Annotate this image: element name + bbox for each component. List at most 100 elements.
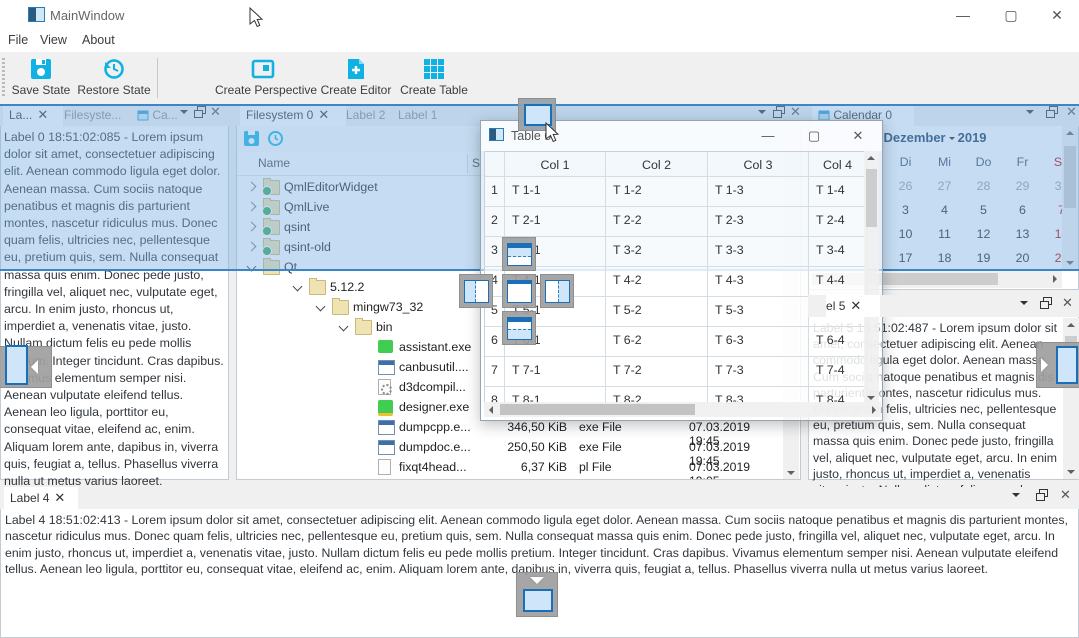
menu-file[interactable]: File [8, 33, 28, 47]
table-cell[interactable]: T 3-4 [809, 237, 867, 267]
table-cell[interactable]: T 7-2 [606, 357, 708, 387]
table-column-header[interactable]: Col 3 [708, 152, 809, 177]
table-row-header[interactable]: 1 [485, 177, 505, 207]
collapse-arrow-icon[interactable] [316, 302, 326, 312]
table-cell[interactable]: T 5-3 [708, 297, 809, 327]
create-editor-button[interactable]: Create Editor [320, 56, 392, 100]
table-column-header[interactable]: Col 2 [606, 152, 708, 177]
table-cell[interactable]: T 3-3 [708, 237, 809, 267]
dock-bottom-indicator[interactable] [516, 572, 558, 617]
maximize-button[interactable]: ▢ [994, 0, 1028, 30]
table-cell[interactable]: T 2-2 [606, 207, 708, 237]
close-button[interactable]: ✕ [841, 121, 875, 151]
tree-item-label: d3dcompil... [399, 380, 466, 394]
scroll-up-icon[interactable] [1067, 323, 1075, 327]
table-cell[interactable]: T 5-2 [606, 297, 708, 327]
create-table-button[interactable]: Create Table [398, 56, 470, 100]
create-perspective-button[interactable]: Create Perspective [215, 56, 311, 100]
table-row[interactable]: 1T 1-1T 1-2T 1-3T 1-4 [485, 177, 867, 207]
minimize-button[interactable]: — [946, 0, 980, 30]
dock-area-bottom-indicator[interactable] [502, 311, 536, 345]
folder-icon [332, 300, 349, 315]
dock-right-indicator[interactable] [1036, 342, 1079, 388]
table-column-header[interactable]: Col 1 [505, 152, 606, 177]
close-dock-button[interactable]: ✕ [1058, 487, 1074, 503]
float-button[interactable] [1034, 487, 1050, 503]
scroll-down-icon[interactable] [787, 471, 795, 475]
float-button[interactable] [1038, 295, 1054, 311]
scroll-left-icon[interactable] [489, 406, 493, 414]
table-cell[interactable]: T 1-4 [809, 177, 867, 207]
table-row[interactable]: 3T 3-1T 3-2T 3-3T 3-4 [485, 237, 867, 267]
tab-menu-button[interactable] [1016, 295, 1032, 311]
toolbar-grip[interactable] [2, 58, 5, 98]
dock-area-right-indicator[interactable] [540, 274, 574, 308]
restore-state-button[interactable]: Restore State [76, 56, 152, 100]
close-icon[interactable]: ✕ [54, 490, 65, 505]
table-cell[interactable]: T 4-3 [708, 267, 809, 297]
table-row[interactable]: 7T 7-1T 7-2T 7-3T 7-4 [485, 357, 867, 387]
mouse-cursor [249, 7, 265, 29]
scroll-right-icon[interactable] [872, 406, 876, 414]
table-cell[interactable]: T 1-3 [708, 177, 809, 207]
table-cell[interactable]: T 6-2 [606, 327, 708, 357]
title-bar[interactable]: MainWindow — ▢ ✕ [0, 0, 1079, 30]
table-vscrollbar[interactable] [864, 151, 879, 405]
table-row[interactable]: 2T 2-1T 2-2T 2-3T 2-4 [485, 207, 867, 237]
tree-row[interactable]: dumpdoc.e...250,50 KiBexe File07.03.2019… [237, 437, 783, 457]
close-button[interactable]: ✕ [1040, 0, 1074, 30]
table-cell[interactable]: T 7-3 [708, 357, 809, 387]
minimize-button[interactable]: — [751, 121, 785, 151]
label4-tabbar: Label 4✕ ✕ [0, 487, 1079, 509]
dock-area-top-indicator[interactable] [502, 237, 536, 271]
maximize-button[interactable]: ▢ [797, 121, 831, 151]
tab-menu-button[interactable] [1008, 487, 1024, 503]
file-size: 346,50 KiB [487, 420, 567, 434]
table-cell[interactable]: T 7-4 [809, 357, 867, 387]
file-type: exe File [579, 440, 622, 454]
dock-left-indicator[interactable] [0, 346, 52, 388]
scroll-down-icon[interactable] [1067, 470, 1075, 474]
dock-area-left-indicator[interactable] [459, 274, 493, 308]
restore-icon [103, 58, 125, 80]
table-cell[interactable]: T 1-2 [606, 177, 708, 207]
table-row-header[interactable]: 2 [485, 207, 505, 237]
floating-table-window[interactable]: Table 0 — ▢ ✕ Col 1Col 2Col 3Col 41T 1-1… [480, 120, 883, 421]
collapse-arrow-icon[interactable] [293, 282, 303, 292]
tree-row[interactable]: fixqt4head...6,37 KiBpl File07.03.2019 1… [237, 457, 783, 477]
doc-gear-icon [378, 379, 391, 395]
close-icon[interactable]: ✕ [850, 298, 861, 313]
dock-area-center-indicator[interactable] [502, 274, 536, 308]
tab-label4[interactable]: Label 4✕ [4, 487, 78, 509]
table-cell[interactable]: T 2-3 [708, 207, 809, 237]
menu-view[interactable]: View [40, 33, 67, 47]
close-dock-button[interactable]: ✕ [1060, 295, 1076, 311]
menu-about[interactable]: About [82, 33, 115, 47]
save-icon [30, 58, 52, 80]
table-cell[interactable]: T 6-3 [708, 327, 809, 357]
table-cell[interactable]: T 2-1 [505, 207, 606, 237]
float-icon [1040, 297, 1052, 309]
label4-text: Label 4 18:51:02:413 - Lorem ipsum dolor… [5, 512, 1075, 578]
scroll-up-icon[interactable] [867, 156, 875, 160]
tab-label5[interactable]: Label 5✕ [826, 295, 880, 317]
table-row[interactable]: 6T 6-1T 6-2T 6-3T 6-4 [485, 327, 867, 357]
table-cell[interactable]: T 6-4 [809, 327, 867, 357]
tree-item-label: fixqt4head... [399, 460, 467, 474]
table-cell[interactable]: T 3-2 [606, 237, 708, 267]
table-hscrollbar[interactable] [484, 402, 881, 417]
table-cell[interactable]: T 1-1 [505, 177, 606, 207]
table-column-header[interactable]: Col 4 [809, 152, 867, 177]
perspective-icon [251, 58, 275, 80]
tree-item-label: dumpcpp.e... [399, 420, 471, 434]
collapse-arrow-icon[interactable] [339, 322, 349, 332]
save-state-button[interactable]: Save State [10, 56, 72, 100]
table-cell[interactable]: T 7-1 [505, 357, 606, 387]
table-cell[interactable]: T 4-2 [606, 267, 708, 297]
app-icon [28, 7, 45, 22]
scroll-right-icon[interactable] [1053, 275, 1057, 283]
scroll-down-icon[interactable] [867, 396, 875, 400]
table-cell[interactable]: T 4-4 [809, 267, 867, 297]
table-cell[interactable]: T 2-4 [809, 207, 867, 237]
table-row-header[interactable]: 7 [485, 357, 505, 387]
